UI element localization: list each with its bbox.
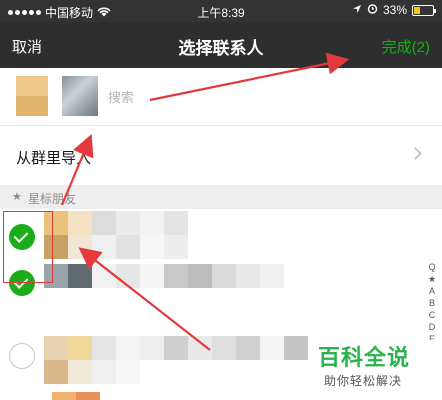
checkbox-checked-icon[interactable] [9,224,35,250]
contact-name-pixelated [44,360,140,384]
contact-name-pixelated [236,264,284,288]
contact-avatar-pixelated [44,264,236,288]
selected-avatar[interactable] [16,76,48,116]
selected-avatar[interactable] [62,76,98,116]
battery-percent: 33% [382,3,407,17]
done-button[interactable]: 完成(2) [382,36,430,57]
nav-bar: 取消 选择联系人 完成(2) [0,22,442,68]
index-letter[interactable]: Q [428,262,435,273]
index-letter[interactable]: ★ [428,274,436,285]
index-letter[interactable]: B [429,298,435,309]
location-icon [352,3,362,17]
page-title: 选择联系人 [178,39,264,58]
cancel-button[interactable]: 取消 [12,36,42,57]
chevron-right-icon [409,147,422,160]
checkbox-checked-icon[interactable] [9,270,35,296]
watermark-subtitle: 助你轻松解决 [324,374,403,388]
contact-name-pixelated [44,235,188,259]
section-header-starred: ★ 星标朋友 [0,185,442,209]
star-icon: ★ [12,191,22,203]
battery-icon [412,4,436,16]
search-input[interactable] [108,82,308,112]
index-letter[interactable]: D [429,322,436,333]
index-letter[interactable]: C [429,310,436,321]
section-label: 星标朋友 [28,192,77,206]
selected-contacts-bar [0,68,442,126]
contact-avatar-pixelated [52,392,100,400]
watermark-title: 百科全说 [318,345,411,370]
checkbox-unchecked-icon[interactable] [9,343,35,369]
index-letter[interactable]: A [429,286,435,297]
alarm-icon [367,3,378,17]
contact-avatar-pixelated [44,211,188,235]
status-bar: 中国移动 上午8:39 33% [0,0,442,22]
status-right: 33% [352,3,436,17]
import-from-group-row[interactable]: 从群里导入 [0,127,442,185]
contact-avatar-pixelated [44,336,308,360]
import-from-group-label: 从群里导入 [16,150,92,167]
watermark-logo: 百科全说 助你轻松解决 [312,340,442,400]
contact-row[interactable] [0,211,442,259]
contact-row[interactable] [0,259,442,307]
